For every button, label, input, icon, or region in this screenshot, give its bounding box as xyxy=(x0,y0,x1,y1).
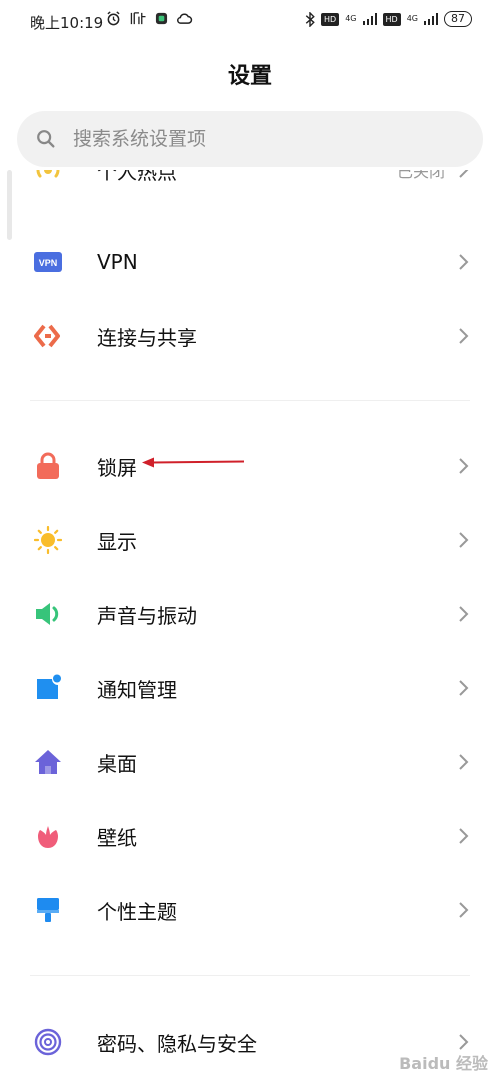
settings-item-display[interactable]: 显示 xyxy=(0,503,500,577)
lock-icon xyxy=(34,452,62,480)
settings-item-connection-sharing[interactable]: 连接与共享 xyxy=(0,299,500,373)
cloud-icon xyxy=(177,13,193,24)
settings-item-label: 通知管理 xyxy=(97,677,177,702)
bluetooth-icon xyxy=(305,11,315,27)
fingerprint-icon xyxy=(34,1028,62,1056)
chevron-right-icon xyxy=(459,902,469,918)
chevron-right-icon xyxy=(459,254,469,270)
settings-item-label: 桌面 xyxy=(97,751,137,776)
chevron-right-icon xyxy=(459,532,469,548)
chevron-right-icon xyxy=(459,1034,469,1050)
section-divider xyxy=(30,400,470,401)
settings-item-hotspot[interactable]: 个人热点 已关闭 xyxy=(0,170,500,207)
status-right-icons: HD 4G HD 4G 87 xyxy=(305,11,472,27)
settings-item-notifications[interactable]: 通知管理 xyxy=(0,651,500,725)
hd-icon: HD xyxy=(382,12,401,26)
signal-icon xyxy=(424,13,438,25)
vpn-icon: VPN xyxy=(34,248,62,276)
settings-item-label: 显示 xyxy=(97,529,137,554)
app-icon xyxy=(155,12,168,25)
share-icon xyxy=(34,322,62,350)
annotation-arrow xyxy=(142,457,245,468)
hotspot-icon xyxy=(34,170,62,184)
network-type: 4G xyxy=(406,14,418,23)
watermark: Baidu 经验 xyxy=(399,1054,488,1073)
battery-icon: 87 xyxy=(444,11,472,27)
settings-item-label: 声音与振动 xyxy=(97,603,197,628)
clipped-area: 个人热点 已关闭 xyxy=(0,170,500,207)
flower-icon xyxy=(34,822,62,850)
search-bar[interactable] xyxy=(17,111,483,167)
chevron-right-icon xyxy=(459,828,469,844)
sun-icon xyxy=(34,526,62,554)
chevron-right-icon xyxy=(459,606,469,622)
speaker-icon xyxy=(34,600,62,628)
settings-item-value: 已关闭 xyxy=(396,170,445,181)
chevron-right-icon xyxy=(459,680,469,696)
settings-item-vpn[interactable]: VPN VPN xyxy=(0,225,500,299)
settings-item-lock-screen[interactable]: 锁屏 xyxy=(0,429,500,503)
chevron-right-icon xyxy=(459,170,469,178)
settings-item-label: 锁屏 xyxy=(97,455,137,480)
settings-item-label: 密码、隐私与安全 xyxy=(97,1031,257,1056)
status-left-icons xyxy=(106,11,193,26)
settings-item-label: 壁纸 xyxy=(97,825,137,850)
home-icon xyxy=(34,748,62,776)
section-divider xyxy=(30,975,470,976)
brush-icon xyxy=(34,896,62,924)
signal-icon xyxy=(362,13,377,25)
status-time: 晚上10:19 xyxy=(30,14,104,32)
network-type: 4G xyxy=(345,14,357,23)
settings-item-sound[interactable]: 声音与振动 xyxy=(0,577,500,651)
search-icon xyxy=(37,130,55,148)
settings-item-label: 个性主题 xyxy=(97,899,177,924)
alarm-icon xyxy=(107,11,120,26)
listen-icon xyxy=(130,12,146,25)
settings-item-theme[interactable]: 个性主题 xyxy=(0,873,500,947)
notification-icon xyxy=(34,674,62,702)
settings-item-wallpaper[interactable]: 壁纸 xyxy=(0,799,500,873)
chevron-right-icon xyxy=(459,754,469,770)
vpn-icon-text: VPN xyxy=(39,258,58,268)
hd-icon: HD xyxy=(321,12,340,26)
chevron-right-icon xyxy=(459,458,469,474)
settings-item-label: 连接与共享 xyxy=(97,325,197,350)
search-input[interactable] xyxy=(71,127,435,151)
page-title: 设置 xyxy=(227,64,272,89)
chevron-right-icon xyxy=(459,328,469,344)
settings-item-desktop[interactable]: 桌面 xyxy=(0,725,500,799)
settings-item-label: VPN xyxy=(97,250,138,274)
status-bar: 晚上10:19 HD 4G HD 4G 87 xyxy=(0,0,500,44)
settings-item-label: 个人热点 xyxy=(97,170,177,184)
